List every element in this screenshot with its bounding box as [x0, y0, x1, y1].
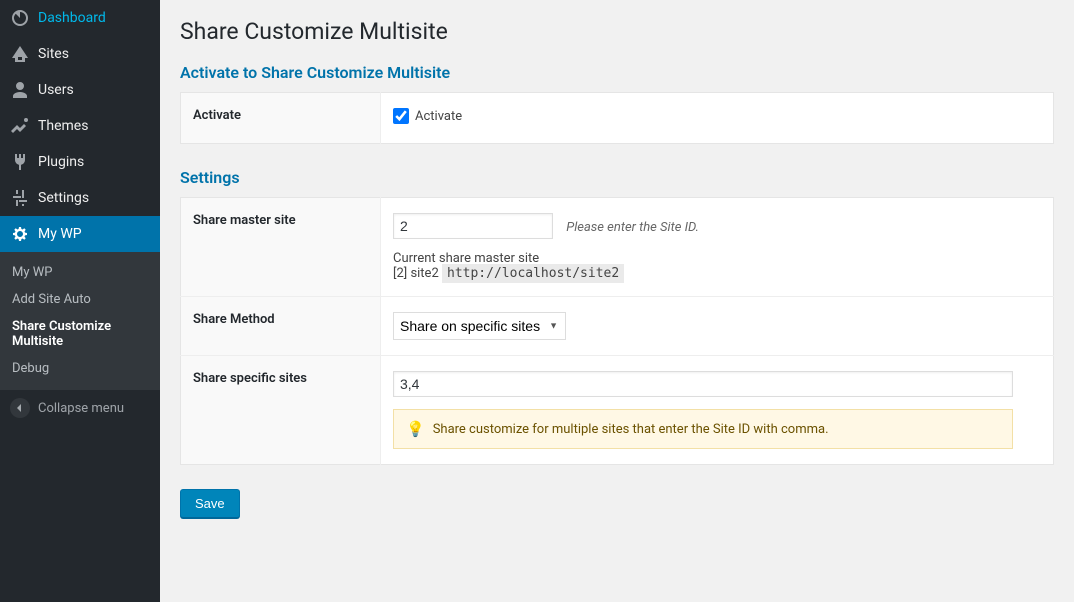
sidebar-item-themes[interactable]: Themes	[0, 108, 160, 144]
current-master-id: 2	[396, 266, 403, 281]
admin-sidebar: Dashboard Sites Users Themes Plugins	[0, 0, 160, 602]
sidebar-item-plugins[interactable]: Plugins	[0, 144, 160, 180]
sidebar-item-label: Dashboard	[38, 10, 106, 26]
current-master-name: site2	[410, 266, 438, 281]
share-specific-notice-text: Share customize for multiple sites that …	[433, 422, 829, 437]
section-activate-title: Activate to Share Customize Multisite	[180, 63, 1054, 82]
share-method-label: Share Method	[181, 297, 381, 356]
current-master-block: Current share master site [2] site2 http…	[393, 251, 1041, 281]
sites-icon	[10, 44, 30, 64]
section-settings-title: Settings	[180, 168, 1054, 187]
sidebar-item-settings[interactable]: Settings	[0, 180, 160, 216]
share-specific-label: Share specific sites	[181, 356, 381, 465]
share-master-label: Share master site	[181, 198, 381, 297]
current-master-url: http://localhost/site2	[442, 264, 624, 283]
dashboard-icon	[10, 8, 30, 28]
themes-icon	[10, 116, 30, 136]
collapse-label: Collapse menu	[38, 401, 124, 416]
activate-table: Activate Activate	[180, 92, 1054, 144]
settings-icon	[10, 188, 30, 208]
sidebar-item-label: My WP	[38, 226, 82, 242]
sidebar-item-label: Settings	[38, 190, 89, 206]
table-row: Share specific sites 💡 Share customize f…	[181, 356, 1054, 465]
page-content: Share Customize Multisite Activate to Sh…	[160, 0, 1074, 602]
table-row: Share master site Please enter the Site …	[181, 198, 1054, 297]
sidebar-item-label: Plugins	[38, 154, 84, 170]
activate-checkbox[interactable]	[393, 108, 409, 124]
submenu-item-debug[interactable]: Debug	[0, 355, 160, 382]
gear-icon	[10, 224, 30, 244]
table-row: Activate Activate	[181, 93, 1054, 144]
page-title: Share Customize Multisite	[180, 18, 1054, 45]
share-method-select[interactable]: Share on specific sites	[393, 312, 566, 340]
share-specific-notice: 💡 Share customize for multiple sites tha…	[393, 409, 1013, 449]
plugins-icon	[10, 152, 30, 172]
sidebar-submenu: My WP Add Site Auto Share Customize Mult…	[0, 252, 160, 389]
lightbulb-icon: 💡	[406, 420, 425, 438]
sidebar-item-dashboard[interactable]: Dashboard	[0, 0, 160, 36]
activate-checkbox-label-wrap[interactable]: Activate	[393, 108, 462, 124]
sidebar-item-users[interactable]: Users	[0, 72, 160, 108]
submenu-item-mywp[interactable]: My WP	[0, 259, 160, 286]
sidebar-item-sites[interactable]: Sites	[0, 36, 160, 72]
collapse-icon	[10, 398, 30, 418]
submenu-item-share-customize-multisite[interactable]: Share Customize Multisite	[0, 313, 160, 355]
users-icon	[10, 80, 30, 100]
save-button[interactable]: Save	[180, 489, 240, 518]
sidebar-item-label: Users	[38, 82, 74, 98]
share-master-hint: Please enter the Site ID.	[566, 220, 699, 235]
collapse-menu[interactable]: Collapse menu	[0, 389, 160, 426]
activate-row-label: Activate	[181, 93, 381, 144]
share-master-input[interactable]	[393, 213, 553, 239]
activate-checkbox-label: Activate	[415, 109, 462, 124]
sidebar-item-label: Sites	[38, 46, 69, 62]
submenu-item-add-site-auto[interactable]: Add Site Auto	[0, 286, 160, 313]
share-specific-input[interactable]	[393, 371, 1013, 397]
table-row: Share Method Share on specific sites	[181, 297, 1054, 356]
sidebar-item-label: Themes	[38, 118, 88, 134]
sidebar-item-mywp[interactable]: My WP	[0, 216, 160, 252]
settings-table: Share master site Please enter the Site …	[180, 197, 1054, 465]
